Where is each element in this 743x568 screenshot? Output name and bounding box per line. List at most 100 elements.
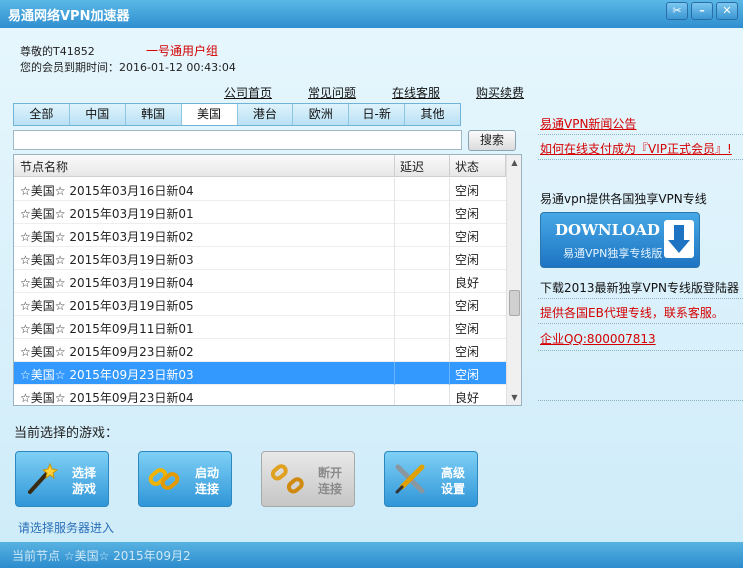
search-input[interactable] (13, 130, 462, 150)
status-text: 当前节点 ☆美国☆ 2015年09月2 (12, 549, 191, 563)
tab-korea[interactable]: 韩国 (126, 104, 182, 125)
column-divider[interactable] (449, 155, 450, 177)
download-banner-subtitle: 易通VPN独享专线版 (563, 247, 663, 260)
table-row[interactable]: ☆美国☆ 2015年09月23日新03 空闲 (14, 362, 506, 385)
divider (538, 323, 743, 324)
cell-divider (449, 339, 450, 362)
divider (538, 298, 743, 299)
table-row[interactable]: ☆美国☆ 2015年03月19日新03 空闲 (14, 247, 506, 270)
title-bar[interactable]: 易通网络VPN加速器 ✂ – ✕ (0, 0, 743, 28)
status-cell: 空闲 (455, 322, 480, 336)
tab-usa[interactable]: 美国 (181, 104, 238, 125)
cell-divider (394, 362, 395, 385)
server-hint: 请选择服务器进入 (18, 521, 115, 535)
vip-payment-link[interactable]: 如何在线支付成为『VIP正式会员』! (540, 140, 743, 157)
node-name-cell: ☆美国☆ 2015年09月23日新02 (20, 345, 194, 359)
status-cell: 良好 (455, 391, 480, 405)
node-list: 节点名称 延迟 状态 ☆美国☆ 2015年03月16日新04 空闲 ☆美国☆ 201… (13, 154, 522, 406)
cell-divider (449, 224, 450, 247)
table-row[interactable]: ☆美国☆ 2015年03月19日新02 空闲 (14, 224, 506, 247)
cell-divider (394, 247, 395, 270)
select-game-label-2: 游戏 (71, 482, 96, 496)
minimize-button[interactable]: – (691, 2, 713, 20)
close-icon: ✕ (722, 4, 732, 17)
list-scrollbar[interactable]: ▲ ▼ (506, 155, 521, 405)
cell-divider (394, 224, 395, 247)
window-title: 易通网络VPN加速器 (8, 9, 130, 24)
tab-china[interactable]: 中国 (70, 104, 126, 125)
divider (538, 159, 743, 160)
cell-divider (449, 201, 450, 224)
divider (538, 134, 743, 135)
download-banner-title: DOWNLOAD (555, 221, 660, 239)
cell-divider (394, 201, 395, 224)
link-company-home[interactable]: 公司首页 (224, 84, 272, 101)
divider (538, 350, 743, 351)
status-cell: 良好 (455, 276, 480, 290)
table-row[interactable]: ☆美国☆ 2015年09月11日新01 空闲 (14, 316, 506, 339)
table-row[interactable]: ☆美国☆ 2015年03月16日新04 空闲 (14, 178, 506, 201)
region-tabs: 全部 中国 韩国 美国 港台 欧洲 日-新 其他 (13, 103, 461, 126)
table-row[interactable]: ☆美国☆ 2015年03月19日新04 良好 (14, 270, 506, 293)
current-game-label: 当前选择的游戏： (14, 426, 119, 441)
status-cell: 空闲 (455, 253, 480, 267)
cell-divider (394, 270, 395, 293)
start-connect-label-1: 启动 (194, 466, 219, 480)
exclusive-line-text: 易通vpn提供各国独享VPN专线 (540, 192, 707, 206)
status-cell: 空闲 (455, 230, 480, 244)
table-row[interactable]: ☆美国☆ 2015年03月19日新05 空闲 (14, 293, 506, 316)
table-row[interactable]: ☆美国☆ 2015年03月19日新01 空闲 (14, 201, 506, 224)
disconnect-button[interactable]: 断开 连接 (261, 451, 355, 507)
cell-divider (449, 385, 450, 405)
node-name-cell: ☆美国☆ 2015年09月11日新01 (20, 322, 194, 336)
scroll-up-icon[interactable]: ▲ (507, 155, 521, 170)
select-game-label-1: 选择 (71, 466, 96, 480)
download-latest-text[interactable]: 下载2013最新独享VPN专线版登陆器 (540, 279, 743, 296)
tab-japan-singapore[interactable]: 日-新 (349, 104, 406, 125)
node-name-cell: ☆美国☆ 2015年03月16日新04 (20, 184, 194, 198)
table-row[interactable]: ☆美国☆ 2015年09月23日新02 空闲 (14, 339, 506, 362)
link-online-support[interactable]: 在线客服 (392, 84, 440, 101)
scroll-thumb[interactable] (509, 290, 520, 316)
start-connect-label-2: 连接 (194, 482, 219, 496)
advanced-settings-button[interactable]: 高级 设置 (384, 451, 478, 507)
wrench-screwdriver-icon (395, 464, 425, 494)
table-row[interactable]: ☆美国☆ 2015年09月23日新04 良好 (14, 385, 506, 405)
tab-all[interactable]: 全部 (14, 104, 70, 125)
company-qq-link[interactable]: 企业QQ:800007813 (540, 330, 743, 347)
user-group: 一号通用户组 (146, 44, 219, 58)
disconnect-label-1: 断开 (317, 466, 342, 480)
status-cell: 空闲 (455, 184, 480, 198)
link-faq[interactable]: 常见问题 (308, 84, 356, 101)
start-connect-button[interactable]: 启动 连接 (138, 451, 232, 507)
download-banner[interactable]: DOWNLOAD 易通VPN独享专线版 (540, 212, 700, 268)
status-cell: 空闲 (455, 299, 480, 313)
download-arrow-icon (664, 220, 694, 258)
select-game-button[interactable]: 选择 游戏 (15, 451, 109, 507)
cell-divider (449, 316, 450, 339)
link-purchase-renew[interactable]: 购买续费 (476, 84, 524, 101)
header-node-name[interactable]: 节点名称 (20, 158, 68, 175)
cell-divider (394, 293, 395, 316)
agent-line-text: 提供各国EB代理专线，联系客服。 (540, 306, 724, 320)
header-status[interactable]: 状态 (455, 158, 479, 175)
close-button[interactable]: ✕ (716, 2, 738, 20)
node-name-cell: ☆美国☆ 2015年03月19日新03 (20, 253, 194, 267)
node-name-cell: ☆美国☆ 2015年03月19日新05 (20, 299, 194, 313)
scroll-down-icon[interactable]: ▼ (507, 390, 521, 405)
node-name-cell: ☆美国☆ 2015年03月19日新04 (20, 276, 194, 290)
broken-chain-icon (270, 464, 304, 494)
column-divider[interactable] (394, 155, 395, 177)
cell-divider (394, 385, 395, 405)
node-name-cell: ☆美国☆ 2015年09月23日新03 (20, 368, 194, 382)
search-button[interactable]: 搜索 (468, 130, 516, 151)
news-link[interactable]: 易通VPN新闻公告 (540, 115, 743, 132)
node-name-cell: ☆美国☆ 2015年03月19日新02 (20, 230, 194, 244)
tools-button[interactable]: ✂ (666, 2, 688, 20)
status-cell: 空闲 (455, 207, 480, 221)
tab-hk-tw[interactable]: 港台 (238, 104, 294, 125)
status-cell: 空闲 (455, 368, 480, 382)
header-latency[interactable]: 延迟 (400, 158, 424, 175)
tab-europe[interactable]: 欧洲 (293, 104, 350, 125)
tab-other[interactable]: 其他 (405, 104, 460, 125)
